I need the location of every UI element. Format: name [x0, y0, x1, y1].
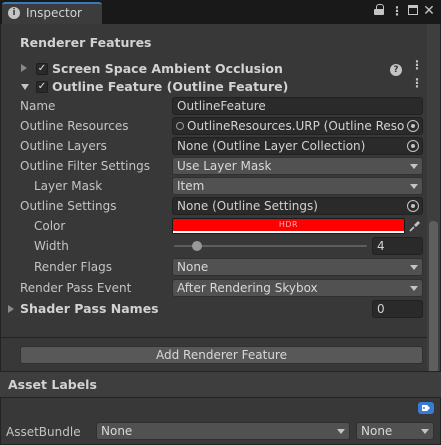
outline-layers-value: None (Outline Layer Collection) [177, 139, 366, 153]
help-icon[interactable]: ? [390, 64, 402, 76]
lock-icon[interactable] [372, 4, 386, 18]
kebab-menu-icon[interactable]: ⋮ [390, 4, 404, 18]
shader-pass-names-label[interactable]: Shader Pass Names [20, 301, 159, 316]
outline-layers-label: Outline Layers [20, 139, 107, 153]
chevron-down-icon [410, 164, 418, 169]
tab-label: Inspector [26, 6, 82, 20]
outline-enabled-checkbox[interactable]: ✓ [36, 81, 48, 93]
color-label: Color [34, 219, 66, 233]
tab-inspector[interactable]: i Inspector [2, 2, 102, 24]
asset-bundle-label: AssetBundle [6, 425, 81, 439]
color-swatch[interactable]: HDR [172, 218, 405, 234]
outline-resources-label: Outline Resources [20, 119, 129, 133]
object-picker-icon[interactable] [404, 138, 422, 154]
object-picker-icon[interactable] [404, 118, 422, 134]
chevron-down-icon [421, 429, 429, 434]
scrollbar-thumb[interactable] [429, 221, 438, 387]
hdr-label: HDR [278, 220, 299, 229]
asset-icon [176, 122, 184, 130]
layer-mask-value: Item [177, 179, 205, 193]
name-label: Name [20, 99, 56, 113]
close-icon[interactable]: ✕ [422, 4, 436, 18]
asset-bundle-variant-value: None [361, 424, 393, 438]
divider [0, 337, 427, 338]
render-flags-label: Render Flags [34, 260, 112, 274]
outline-filter-settings-label: Outline Filter Settings [20, 159, 150, 173]
asset-bundle-dropdown[interactable]: None [96, 422, 350, 440]
outline-filter-settings-dropdown[interactable]: Use Layer Mask [172, 157, 423, 175]
outline-settings-field[interactable]: None (Outline Settings) [172, 197, 423, 215]
layer-mask-dropdown[interactable]: Item [172, 177, 423, 195]
outline-kebab-icon[interactable]: ⋮ [411, 77, 423, 89]
width-input[interactable]: 4 [372, 237, 423, 255]
render-pass-event-dropdown[interactable]: After Rendering Skybox [172, 279, 423, 297]
ssao-foldout-arrow[interactable] [21, 64, 27, 72]
outline-settings-value: None (Outline Settings) [177, 199, 318, 213]
renderer-features-header: Renderer Features [20, 35, 152, 50]
shader-pass-names-foldout-arrow[interactable] [8, 305, 14, 313]
add-renderer-feature-button[interactable]: Add Renderer Feature [20, 346, 423, 364]
asset-bundle-variant-dropdown[interactable]: None [356, 422, 434, 440]
object-picker-icon[interactable] [404, 198, 422, 214]
chevron-down-icon [410, 265, 418, 270]
alpha-bar [173, 231, 404, 233]
info-icon: i [8, 7, 20, 19]
outline-resources-value: OutlineResources.URP (Outline Resour [187, 119, 417, 133]
name-input[interactable]: OutlineFeature [172, 97, 423, 115]
chevron-down-icon [337, 429, 345, 434]
render-flags-value: None [177, 260, 209, 274]
eyedropper-icon[interactable] [409, 220, 421, 232]
render-pass-event-label: Render Pass Event [20, 281, 132, 295]
ssao-enabled-checkbox[interactable]: ✓ [36, 63, 48, 75]
outline-filter-settings-value: Use Layer Mask [177, 159, 272, 173]
layer-mask-label: Layer Mask [34, 179, 103, 193]
ssao-feature-label[interactable]: Screen Space Ambient Occlusion [52, 61, 283, 76]
shader-pass-names-count[interactable]: 0 [372, 300, 423, 318]
outline-foldout-arrow[interactable] [21, 84, 29, 90]
render-pass-event-value: After Rendering Skybox [177, 281, 318, 295]
asset-bundle-value: None [101, 424, 133, 438]
outline-resources-field[interactable]: OutlineResources.URP (Outline Resour [172, 117, 423, 135]
maximize-icon[interactable] [406, 4, 420, 18]
width-label: Width [34, 239, 69, 253]
width-slider-track[interactable] [174, 245, 367, 247]
outline-feature-label[interactable]: Outline Feature (Outline Feature) [52, 79, 288, 94]
render-flags-dropdown[interactable]: None [172, 258, 423, 276]
tag-icon[interactable] [418, 402, 434, 414]
chevron-down-icon [410, 184, 418, 189]
chevron-down-icon [410, 286, 418, 291]
outline-settings-label: Outline Settings [20, 199, 117, 213]
divider [0, 397, 441, 398]
outline-layers-field[interactable]: None (Outline Layer Collection) [172, 137, 423, 155]
ssao-kebab-icon[interactable]: ⋮ [411, 59, 423, 71]
asset-labels-header[interactable]: Asset Labels [8, 377, 97, 392]
